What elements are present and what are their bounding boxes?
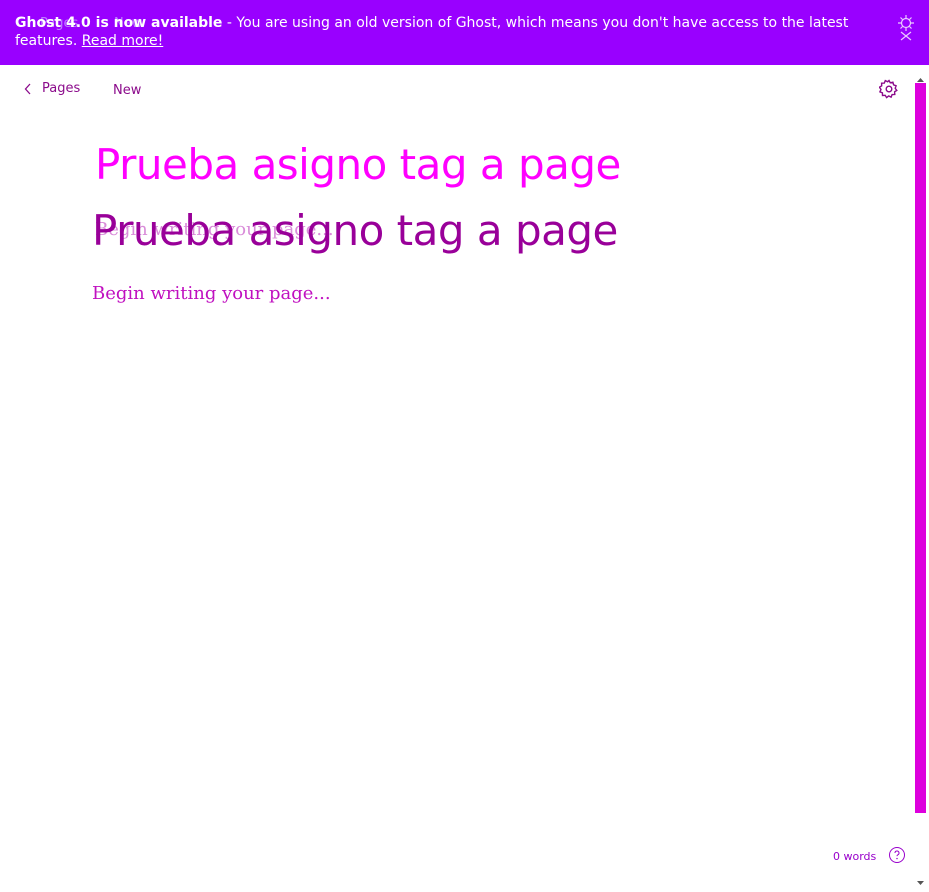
scrollbar[interactable] [912, 65, 929, 888]
post-body-editor[interactable]: Begin writing your page... [92, 283, 331, 304]
banner-headline: Ghost 4.0 is now available [15, 15, 223, 31]
help-icon [889, 847, 905, 863]
read-more-link[interactable]: Read more! [82, 33, 164, 49]
banner-message: Ghost 4.0 is now available - You are usi… [15, 14, 865, 50]
settings-button[interactable] [878, 79, 899, 99]
post-status: New [113, 83, 142, 98]
upgrade-banner: Pages New Ghost 4.0 is now available - Y… [0, 0, 929, 65]
scrollbar-thumb[interactable] [915, 83, 926, 813]
close-icon [898, 15, 914, 41]
post-title-input[interactable]: Prueba asigno tag a page [92, 206, 618, 255]
help-button[interactable] [888, 846, 906, 864]
title-ghost: Prueba asigno tag a page [95, 140, 621, 189]
back-link-label: Pages [42, 81, 81, 96]
word-count: 0 words [833, 850, 877, 863]
editor-toolbar: Pages New [0, 65, 912, 115]
gear-icon [878, 79, 898, 99]
arrow-down-icon [917, 881, 924, 885]
scroll-down-arrow[interactable] [912, 873, 929, 885]
scroll-up-arrow[interactable] [912, 70, 929, 82]
back-to-pages-link[interactable]: Pages [24, 81, 80, 96]
close-banner-button[interactable] [894, 13, 918, 41]
chevron-left-icon [24, 83, 31, 94]
